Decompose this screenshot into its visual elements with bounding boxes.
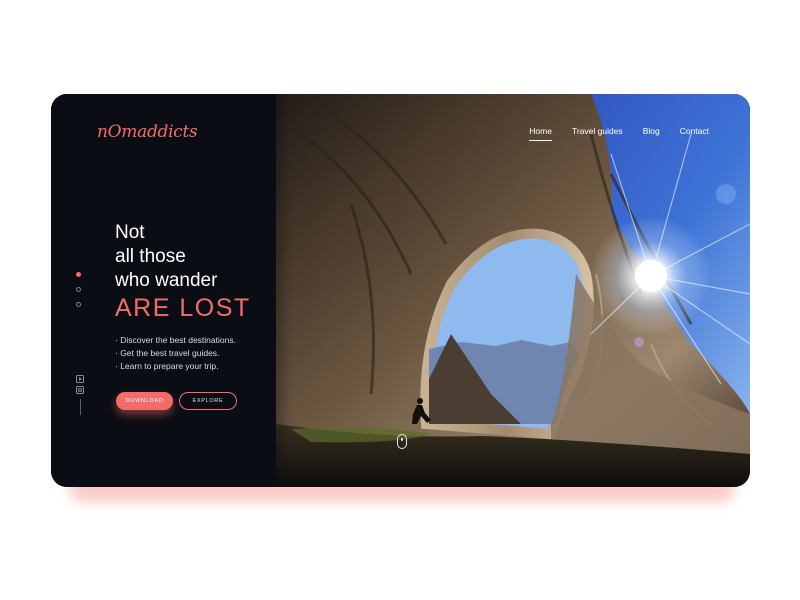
hero-accent: ARE LOST xyxy=(115,294,251,322)
bullet-3: · Learn to prepare your trip. xyxy=(115,361,219,371)
explore-button[interactable]: EXPLORE xyxy=(179,392,237,410)
brand-logo[interactable]: nOmaddicts xyxy=(97,122,198,142)
social-links xyxy=(76,375,84,415)
slider-dots xyxy=(76,272,81,317)
hero-line-2: all those xyxy=(115,246,186,267)
hero-line-3: who wander xyxy=(115,270,218,291)
main-nav: Home Travel guides Blog Contact xyxy=(529,126,709,141)
nav-travel-guides[interactable]: Travel guides xyxy=(572,126,623,136)
landing-card: nOmaddicts Home Travel guides Blog Conta… xyxy=(51,94,750,487)
slider-dot-3[interactable] xyxy=(76,302,81,307)
nav-contact[interactable]: Contact xyxy=(680,126,709,136)
download-button[interactable]: DOWNLOAD xyxy=(116,392,173,410)
social-divider-line xyxy=(79,399,81,415)
slider-dot-2[interactable] xyxy=(76,287,81,292)
hero-headline: Not all those who wander ARE LOST xyxy=(115,221,251,323)
nav-blog[interactable]: Blog xyxy=(643,126,660,136)
slider-dot-1[interactable] xyxy=(76,272,81,277)
hero-line-1: Not xyxy=(115,222,145,243)
bullet-2: · Get the best travel guides. xyxy=(115,348,220,358)
instagram-icon[interactable] xyxy=(76,386,84,394)
mouse-scroll-icon[interactable] xyxy=(397,434,407,449)
nav-home[interactable]: Home xyxy=(529,126,552,141)
bullet-1: · Discover the best destinations. xyxy=(115,335,236,345)
youtube-icon[interactable] xyxy=(76,375,84,383)
hero-bullets: · Discover the best destinations. · Get … xyxy=(115,334,236,373)
